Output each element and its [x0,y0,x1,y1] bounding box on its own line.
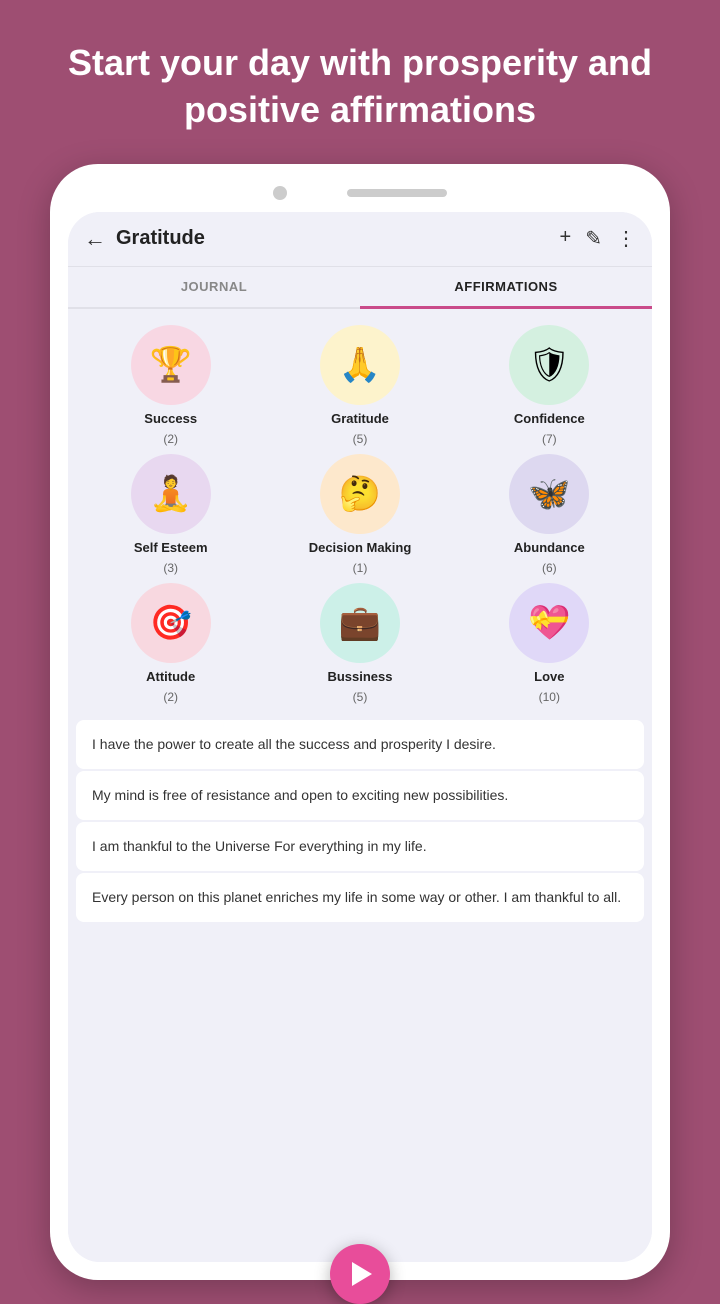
phone-mockup: ← Gratitude + ✎ ⋮ JOURNAL AFFIRMATIONS 🏆… [50,164,670,1280]
category-icon: 💝 [509,583,589,663]
category-icon: 🦋 [509,454,589,534]
category-count: (2) [163,432,178,446]
category-item[interactable]: 💝 Love (10) [459,583,640,704]
categories-grid: 🏆 Success (2) 🙏 Gratitude (5) 🛡 Confiden… [68,309,652,720]
category-item[interactable]: 🛡 Confidence (7) [459,325,640,446]
category-icon: 🧘 [131,454,211,534]
category-item[interactable]: 🦋 Abundance (6) [459,454,640,575]
play-button[interactable] [330,1244,390,1304]
affirmations-list: I have the power to create all the succe… [68,720,652,1262]
category-name: Love [534,669,564,684]
tab-bar: JOURNAL AFFIRMATIONS [68,267,652,309]
add-icon[interactable]: + [560,226,572,251]
affirmation-card: I am thankful to the Universe For everyt… [76,822,644,871]
tab-affirmations[interactable]: AFFIRMATIONS [360,267,652,309]
category-icon: 🛡 [509,325,589,405]
category-name: Gratitude [331,411,389,426]
category-name: Bussiness [327,669,392,684]
back-button[interactable]: ← [84,226,106,252]
tab-journal[interactable]: JOURNAL [68,267,360,307]
phone-top-bar [68,182,652,204]
category-icon: 💼 [320,583,400,663]
category-item[interactable]: 🤔 Decision Making (1) [269,454,450,575]
category-item[interactable]: 🏆 Success (2) [80,325,261,446]
more-icon[interactable]: ⋮ [616,226,636,251]
category-count: (5) [353,432,368,446]
phone-camera [273,186,287,200]
affirmation-card: My mind is free of resistance and open t… [76,771,644,820]
category-count: (7) [542,432,557,446]
category-item[interactable]: 🙏 Gratitude (5) [269,325,450,446]
play-icon [352,1262,372,1286]
category-icon: 🎯 [131,583,211,663]
category-item[interactable]: 🧘 Self Esteem (3) [80,454,261,575]
affirmation-card: I have the power to create all the succe… [76,720,644,769]
category-item[interactable]: 💼 Bussiness (5) [269,583,450,704]
category-count: (2) [163,690,178,704]
category-name: Attitude [146,669,195,684]
affirmation-card: Every person on this planet enriches my … [76,873,644,922]
app-bar: ← Gratitude + ✎ ⋮ [68,212,652,267]
category-name: Confidence [514,411,585,426]
category-name: Decision Making [309,540,412,555]
page-header: Start your day with prosperity and posit… [0,0,720,164]
category-count: (1) [353,561,368,575]
category-name: Self Esteem [134,540,208,555]
app-title: Gratitude [116,227,550,250]
category-icon: 🏆 [131,325,211,405]
category-icon: 🤔 [320,454,400,534]
phone-speaker [347,189,447,197]
edit-icon[interactable]: ✎ [585,226,602,251]
category-count: (10) [539,690,560,704]
category-item[interactable]: 🎯 Attitude (2) [80,583,261,704]
category-count: (5) [353,690,368,704]
category-count: (6) [542,561,557,575]
category-count: (3) [163,561,178,575]
category-name: Success [144,411,197,426]
category-name: Abundance [514,540,585,555]
app-bar-actions: + ✎ ⋮ [560,226,636,251]
phone-screen: ← Gratitude + ✎ ⋮ JOURNAL AFFIRMATIONS 🏆… [68,212,652,1262]
category-icon: 🙏 [320,325,400,405]
